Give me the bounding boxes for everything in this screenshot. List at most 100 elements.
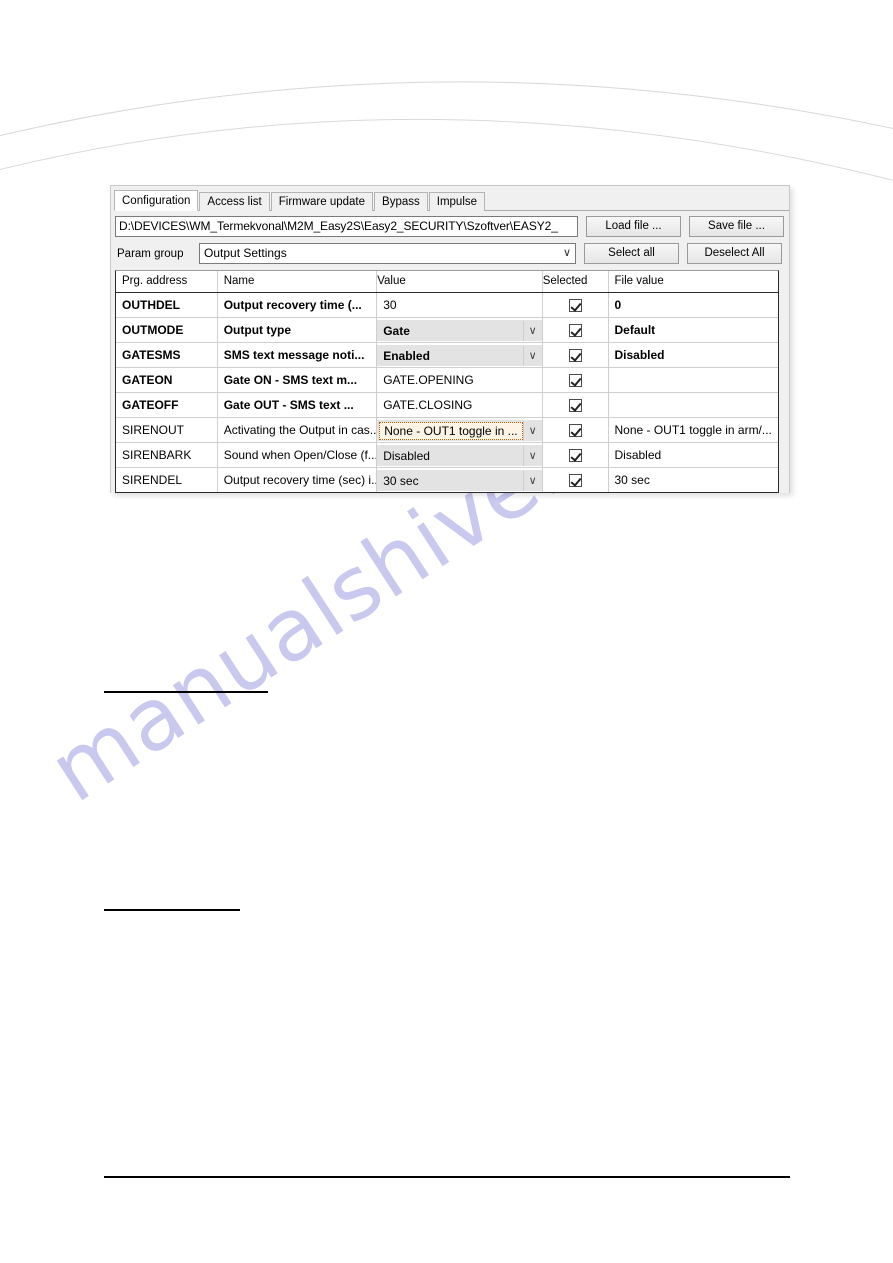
section-rule-top xyxy=(104,691,268,693)
cell-name: Output recovery time (... xyxy=(218,293,378,317)
value-dropdown[interactable]: Disabled ∨ xyxy=(377,444,542,466)
chevron-down-icon[interactable]: ∨ xyxy=(522,320,542,341)
cell-selected[interactable] xyxy=(543,343,609,367)
section-rule-middle xyxy=(104,909,240,911)
cell-value[interactable]: GATE.CLOSING xyxy=(377,393,543,417)
page-watermark: manualshive.com xyxy=(33,316,880,980)
cell-prg-address: SIRENOUT xyxy=(116,418,218,442)
load-file-button[interactable]: Load file ... xyxy=(586,216,681,237)
chevron-down-icon[interactable]: ∨ xyxy=(522,345,542,366)
cell-file-value: None - OUT1 toggle in arm/... xyxy=(614,423,772,437)
cell-name: Gate OUT - SMS text ... xyxy=(218,393,378,417)
selected-checkbox[interactable] xyxy=(568,473,582,487)
value-dropdown-text: 30 sec xyxy=(383,473,419,488)
cell-prg-address: GATESMS xyxy=(116,343,218,367)
column-header-prg-address[interactable]: Prg. address xyxy=(116,271,218,292)
chevron-down-icon[interactable]: ∨ xyxy=(522,470,542,491)
parameter-grid: Prg. address Name Value Selected File value … xyxy=(115,270,779,493)
value-dropdown[interactable]: None - OUT1 toggle in ... ∨ xyxy=(377,419,542,441)
cell-name: Gate ON - SMS text m... xyxy=(218,368,378,392)
selected-checkbox[interactable] xyxy=(568,373,582,387)
parameter-grid-header: Prg. address Name Value Selected File value xyxy=(116,271,778,293)
cell-file-value: Disabled xyxy=(614,448,662,462)
cell-file-value xyxy=(609,393,778,417)
param-group-row: Param group Output Settings ∨ Select all… xyxy=(115,243,785,264)
selected-checkbox[interactable] xyxy=(568,423,582,437)
value-dropdown[interactable]: Gate ∨ xyxy=(377,319,542,341)
cell-file-value xyxy=(609,368,778,392)
value-dropdown-text: Disabled xyxy=(383,448,430,463)
cell-prg-address: GATEOFF xyxy=(116,393,218,417)
column-header-selected[interactable]: Selected xyxy=(543,271,609,292)
cell-selected[interactable] xyxy=(543,293,609,317)
cell-name: Output type xyxy=(218,318,378,342)
parameter-grid-body: OUTHDEL Output recovery time (... 30 0 OUTMO… xyxy=(116,293,778,492)
select-all-button[interactable]: Select all xyxy=(584,243,679,264)
table-row[interactable]: SIRENOUT Activating the Output in cas... N… xyxy=(116,418,778,443)
file-path-input[interactable]: D:\DEVICES\WM_Termekvonal\M2M_Easy2S\Eas… xyxy=(115,216,578,237)
cell-selected[interactable] xyxy=(543,443,609,467)
param-group-label: Param group xyxy=(117,247,184,260)
cell-value[interactable]: Enabled ∨ xyxy=(377,343,543,367)
cell-selected[interactable] xyxy=(543,393,609,417)
chevron-down-icon[interactable]: ∨ xyxy=(522,420,542,441)
cell-value[interactable]: GATE.OPENING xyxy=(377,368,543,392)
configuration-window: Configuration Access list Firmware update B… xyxy=(110,185,790,493)
cell-prg-address: GATEON xyxy=(116,368,218,392)
table-row[interactable]: OUTHDEL Output recovery time (... 30 0 xyxy=(116,293,778,318)
cell-value[interactable]: 30 sec ∨ xyxy=(377,468,543,492)
tab-bypass[interactable]: Bypass xyxy=(374,192,428,211)
table-row[interactable]: OUTMODE Output type Gate ∨ Default xyxy=(116,318,778,343)
cell-prg-address: SIRENBARK xyxy=(116,443,218,467)
tab-impulse[interactable]: Impulse xyxy=(428,192,486,211)
table-row[interactable]: SIRENBARK Sound when Open/Close (f... Disa… xyxy=(116,443,778,468)
value-text[interactable]: GATE.CLOSING xyxy=(377,398,541,412)
selected-checkbox[interactable] xyxy=(568,323,582,337)
cell-selected[interactable] xyxy=(543,468,609,492)
file-path-row: D:\DEVICES\WM_Termekvonal\M2M_Easy2S\Eas… xyxy=(115,216,785,237)
cell-file-value: 0 xyxy=(614,298,622,312)
cell-selected[interactable] xyxy=(543,418,609,442)
value-dropdown[interactable]: 30 sec ∨ xyxy=(377,469,542,491)
deselect-all-button[interactable]: Deselect All xyxy=(687,243,782,264)
param-group-value: Output Settings xyxy=(204,246,287,260)
value-dropdown-text: Enabled xyxy=(383,348,430,363)
tab-access-list[interactable]: Access list xyxy=(199,192,270,211)
selected-checkbox[interactable] xyxy=(568,298,582,312)
column-header-value[interactable]: Value xyxy=(377,271,543,292)
cell-name: Output recovery time (sec) i... xyxy=(218,468,378,492)
column-header-name[interactable]: Name xyxy=(218,271,378,292)
value-dropdown-text: None - OUT1 toggle in ... xyxy=(379,421,523,440)
table-row[interactable]: SIRENDEL Output recovery time (sec) i... 3… xyxy=(116,468,778,492)
cell-name: Sound when Open/Close (f... xyxy=(218,443,378,467)
cell-name: SMS text message noti... xyxy=(218,343,378,367)
table-row[interactable]: GATEON Gate ON - SMS text m... GATE.OPENIN… xyxy=(116,368,778,393)
cell-prg-address: OUTMODE xyxy=(116,318,218,342)
table-row[interactable]: GATESMS SMS text message noti... Enabled ∨ D… xyxy=(116,343,778,368)
value-dropdown[interactable]: Enabled ∨ xyxy=(377,344,542,366)
selected-checkbox[interactable] xyxy=(568,448,582,462)
value-text[interactable]: 30 xyxy=(377,298,541,312)
cell-selected[interactable] xyxy=(543,368,609,392)
selected-checkbox[interactable] xyxy=(568,398,582,412)
chevron-down-icon[interactable]: ∨ xyxy=(522,445,542,466)
save-file-button[interactable]: Save file ... xyxy=(689,216,784,237)
cell-value[interactable]: None - OUT1 toggle in ... ∨ xyxy=(377,418,543,442)
cell-value[interactable]: Disabled ∨ xyxy=(377,443,543,467)
selected-checkbox[interactable] xyxy=(568,348,582,362)
value-text[interactable]: GATE.OPENING xyxy=(377,373,541,387)
tab-bar: Configuration Access list Firmware update B… xyxy=(114,189,789,211)
param-group-select[interactable]: Output Settings ∨ xyxy=(199,243,576,264)
cell-prg-address: OUTHDEL xyxy=(116,293,218,317)
table-row[interactable]: GATEOFF Gate OUT - SMS text ... GATE.CLOSI… xyxy=(116,393,778,418)
cell-file-value: Disabled xyxy=(614,348,665,362)
cell-value[interactable]: 30 xyxy=(377,293,543,317)
tab-configuration[interactable]: Configuration xyxy=(114,190,199,211)
column-header-file-value[interactable]: File value xyxy=(609,271,778,292)
cell-selected[interactable] xyxy=(543,318,609,342)
tab-firmware-update[interactable]: Firmware update xyxy=(270,192,374,211)
footer-rule xyxy=(104,1176,790,1178)
cell-value[interactable]: Gate ∨ xyxy=(377,318,543,342)
page-decorative-arcs xyxy=(0,81,893,181)
cell-file-value: Default xyxy=(614,323,656,337)
